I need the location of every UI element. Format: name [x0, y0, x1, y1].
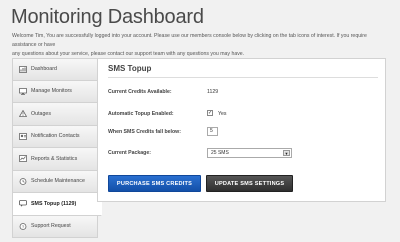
reports-icon — [19, 155, 27, 163]
auto-topup-value: Yes — [218, 111, 227, 117]
monitor-icon — [19, 87, 27, 95]
package-select[interactable]: 25 SMS ▼ — [207, 148, 292, 158]
threshold-label: When SMS Credits fall below: — [108, 129, 181, 135]
section-divider — [108, 77, 378, 78]
support-icon: ? — [19, 222, 27, 230]
package-select-value: 25 SMS — [211, 150, 229, 156]
sidebar-item-dashboard[interactable]: Dashboard — [12, 58, 98, 81]
welcome-line-1: Welcome Tim, You are successfully logged… — [12, 33, 367, 48]
sidebar-item-label: Schedule Maintenance — [31, 178, 85, 185]
sidebar-item-sms-topup[interactable]: SMS Topup (1129) — [12, 193, 102, 216]
sidebar-item-outages[interactable]: Outages — [12, 103, 98, 126]
purchase-sms-credits-button[interactable]: PURCHASE SMS CREDITS — [108, 175, 201, 192]
sidebar-item-notification-contacts[interactable]: Notification Contacts — [12, 125, 98, 148]
sidebar-item-label: Manage Monitors — [31, 88, 72, 95]
schedule-icon — [19, 177, 27, 185]
sidebar-item-label: Reports & Statistics — [31, 155, 78, 162]
sms-topup-panel: SMS Topup Current Credits Available: 112… — [97, 58, 386, 202]
page-title: Monitoring Dashboard — [11, 6, 204, 28]
sidebar-item-label: Support Request — [31, 223, 71, 230]
chevron-down-icon[interactable]: ▼ — [283, 150, 290, 156]
sidebar-item-schedule-maintenance[interactable]: Schedule Maintenance — [12, 170, 98, 193]
contacts-icon — [19, 132, 27, 140]
sms-icon — [19, 200, 27, 208]
sidebar-item-label: SMS Topup (1129) — [31, 200, 77, 207]
dashboard-icon — [19, 65, 27, 73]
auto-topup-label: Automatic Topup Enabled: — [108, 111, 174, 117]
sidebar-item-label: Dashboard — [31, 66, 57, 73]
credits-label: Current Credits Available: — [108, 89, 172, 95]
package-label: Current Package: — [108, 150, 151, 156]
sidebar-item-reports-statistics[interactable]: Reports & Statistics — [12, 148, 98, 171]
credits-value: 1129 — [207, 89, 219, 95]
sidebar-item-support-request[interactable]: ? Support Request — [12, 215, 98, 238]
sidebar-nav: Dashboard Manage Monitors Outages Notifi… — [12, 58, 102, 238]
outage-icon — [19, 110, 27, 118]
sidebar-item-label: Outages — [31, 110, 52, 117]
sidebar-item-label: Notification Contacts — [31, 133, 80, 140]
sidebar-item-manage-monitors[interactable]: Manage Monitors — [12, 80, 98, 103]
threshold-input[interactable]: 5 — [207, 127, 218, 136]
section-title: SMS Topup — [108, 64, 152, 73]
welcome-message: Welcome Tim, You are successfully logged… — [12, 32, 390, 59]
auto-topup-checkbox[interactable]: ✓ — [207, 110, 213, 116]
update-sms-settings-button[interactable]: UPDATE SMS SETTINGS — [206, 175, 293, 192]
